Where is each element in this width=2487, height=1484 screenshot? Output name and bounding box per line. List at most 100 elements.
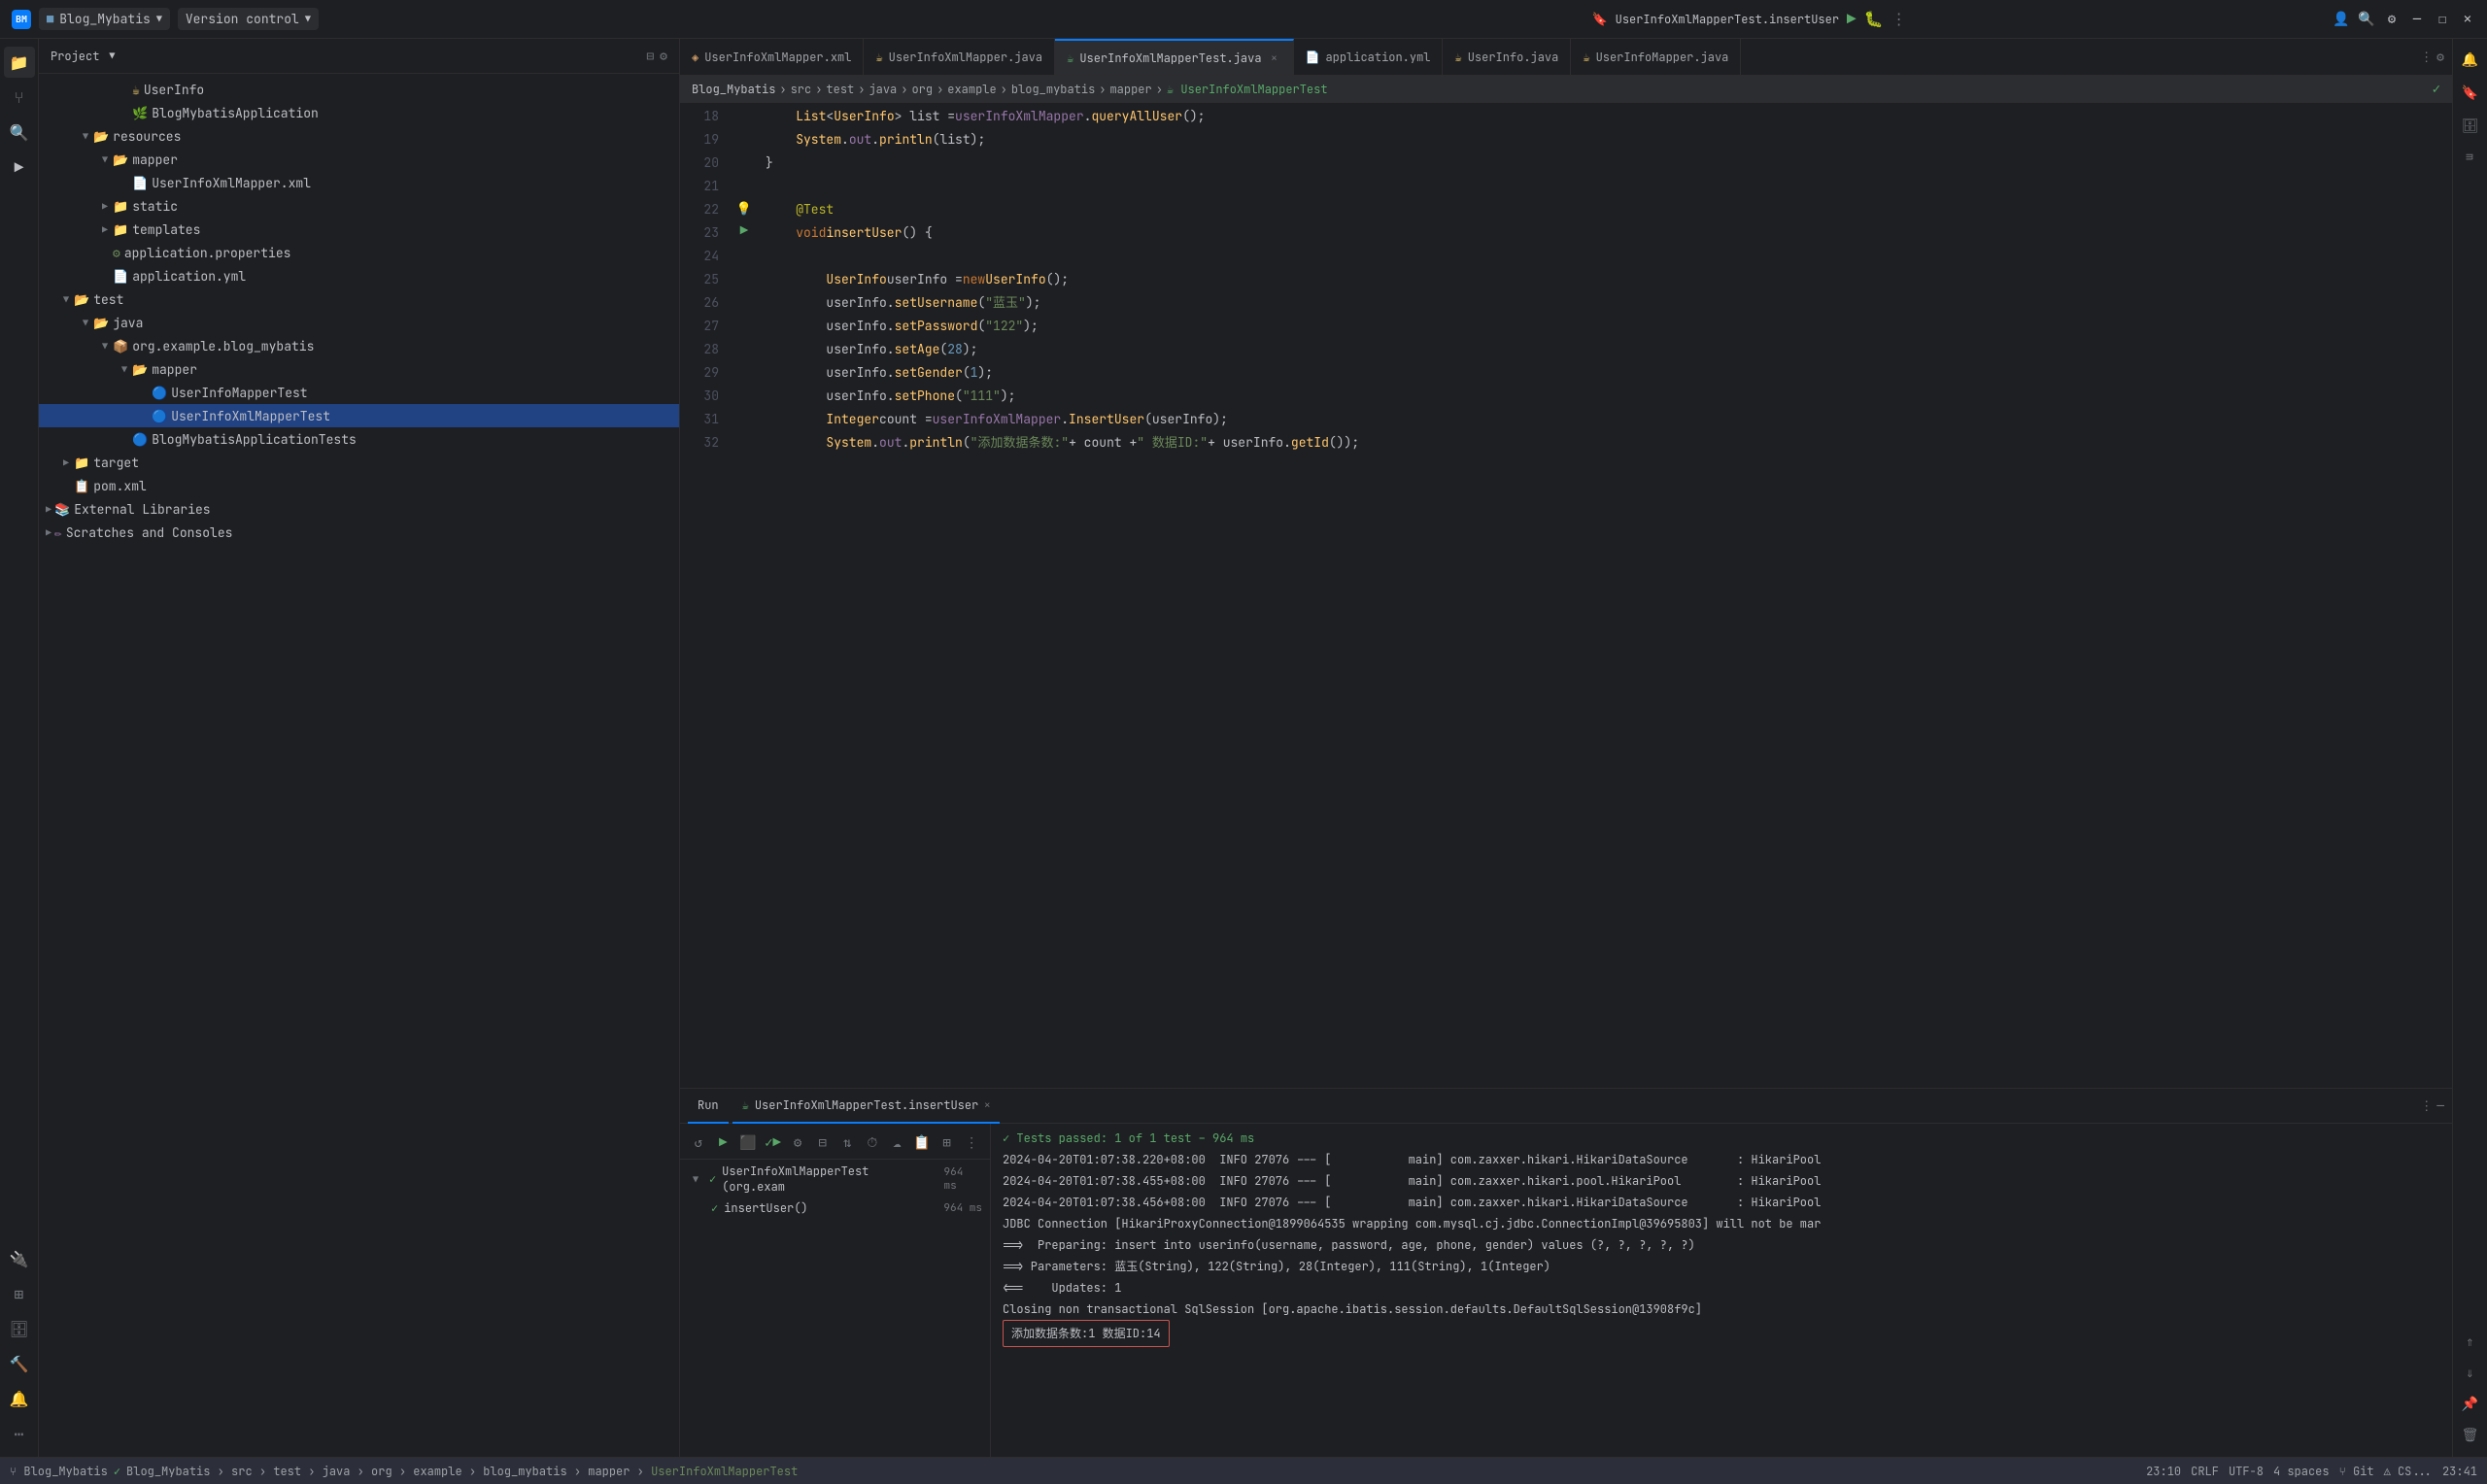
tab-userinfo-java[interactable]: ☕ UserInfo.java	[1443, 39, 1571, 76]
breadcrumb-item[interactable]: org	[911, 82, 933, 97]
minimize-button[interactable]: —	[2409, 12, 2425, 27]
bulb-icon[interactable]: 💡	[731, 196, 758, 219]
more-run-tools-icon[interactable]: ⋮	[961, 1131, 982, 1155]
tree-item-userinfoxmlmappertest[interactable]: 🔵 UserInfoXmlMapperTest	[39, 404, 679, 427]
breadcrumb-item[interactable]: ☕ UserInfoXmlMapperTest	[1167, 82, 1328, 97]
breadcrumb-item[interactable]: Blog_Mybatis	[692, 82, 775, 97]
rerun-icon[interactable]: ↺	[688, 1131, 709, 1155]
copy-output-icon[interactable]: 📋	[911, 1131, 933, 1155]
status-breadcrumb[interactable]: Blog_Mybatis › src › test › java › org ›…	[126, 1464, 798, 1479]
settings-run-icon[interactable]: ⚙	[787, 1131, 808, 1155]
git-sidebar-icon[interactable]: ⑂	[4, 82, 35, 113]
tree-item-test[interactable]: ▼ 📂 test	[39, 287, 679, 311]
notifications-right-icon[interactable]: 🔔	[2457, 47, 2484, 74]
sort-desc-icon[interactable]: ⇓	[2457, 1360, 2484, 1387]
trash-icon[interactable]: 🗑	[2457, 1422, 2484, 1449]
breadcrumb-item[interactable]: mapper	[1109, 82, 1151, 97]
tree-item-app-properties[interactable]: ⚙ application.properties	[39, 241, 679, 264]
tree-item-java[interactable]: ▼ 📂 java	[39, 311, 679, 334]
tree-item-userinfomappertest[interactable]: 🔵 UserInfoMapperTest	[39, 381, 679, 404]
status-indent[interactable]: 4 spaces	[2273, 1464, 2330, 1479]
tree-item-resources[interactable]: ▼ 📂 resources	[39, 124, 679, 148]
settings-gear-icon[interactable]: ⚙	[660, 48, 667, 64]
sort-icon[interactable]: ⇅	[836, 1131, 858, 1155]
collapse-all-icon[interactable]: ⊟	[646, 48, 654, 64]
run-line-icon[interactable]: ▶	[731, 219, 758, 243]
breadcrumb-item[interactable]: example	[947, 82, 996, 97]
database-icon[interactable]: 🗄	[4, 1313, 35, 1344]
build-icon[interactable]: 🔨	[4, 1348, 35, 1379]
tab-application-yml[interactable]: 📄 application.yml	[1294, 39, 1444, 76]
debug-button[interactable]: 🐛	[1864, 9, 1884, 29]
test-item-insertuser[interactable]: ✓ insertUser() 964 ms	[680, 1198, 990, 1218]
status-git-icon[interactable]: ⑂ Git	[2339, 1464, 2374, 1479]
more-tools-icon[interactable]: ⋯	[4, 1418, 35, 1449]
test-suite-item[interactable]: ▼ ✓ UserInfoXmlMapperTest (org.exam 964 …	[680, 1160, 990, 1198]
run-tab-close-icon[interactable]: ✕	[984, 1098, 990, 1111]
tree-item-package[interactable]: ▼ 📦 org.example.blog_mybatis	[39, 334, 679, 357]
settings-icon[interactable]: ⚙	[2384, 12, 2400, 27]
tree-item-mapper-test[interactable]: ▼ 📂 mapper	[39, 357, 679, 381]
run-failed-icon[interactable]: ✓▶	[763, 1131, 784, 1155]
status-extra[interactable]: 23:41	[2442, 1464, 2477, 1479]
run-sidebar-icon[interactable]: ▶	[4, 152, 35, 183]
pin-icon[interactable]: 📌	[2457, 1391, 2484, 1418]
tree-item-app-yml[interactable]: 📄 application.yml	[39, 264, 679, 287]
breadcrumb-item[interactable]: test	[826, 82, 854, 97]
status-warnings[interactable]: ⚠ CS...	[2384, 1464, 2433, 1479]
tree-item-userinfoxmlmapper-xml[interactable]: 📄 UserInfoXmlMapper.xml	[39, 171, 679, 194]
run-button[interactable]: ▶	[1847, 9, 1857, 29]
breadcrumb-item[interactable]: src	[791, 82, 812, 97]
profile-icon[interactable]: 👤	[2334, 12, 2349, 27]
tree-item-blogtests[interactable]: 🔵 BlogMybatisApplicationTests	[39, 427, 679, 451]
database-right-icon[interactable]: 🗄	[2457, 113, 2484, 140]
tree-item-blogmybatisapp[interactable]: 🌿 BlogMybatisApplication	[39, 101, 679, 124]
tab-userinfo-xml-mapper-xml[interactable]: ◈ UserInfoXmlMapper.xml	[680, 39, 864, 76]
stop-icon[interactable]: ⬛	[737, 1131, 759, 1155]
tree-item-scratches[interactable]: ▶ ✏ Scratches and Consoles	[39, 521, 679, 544]
bookmark-icon[interactable]: 🔖	[2457, 80, 2484, 107]
notifications-icon[interactable]: 🔔	[4, 1383, 35, 1414]
status-crlf[interactable]: CRLF	[2191, 1464, 2219, 1479]
tab-userinfo-xml-mapper-java[interactable]: ☕ UserInfoXmlMapper.java	[864, 39, 1055, 76]
status-branch[interactable]: ⑂ Blog_Mybatis	[10, 1464, 108, 1479]
close-button[interactable]: ✕	[2460, 12, 2475, 27]
project-name-btn[interactable]: ■ Blog_Mybatis ▼	[39, 8, 170, 30]
history-icon[interactable]: ⏱	[862, 1131, 883, 1155]
more-run-button[interactable]: ⋮	[1891, 9, 1907, 29]
sort-asc-icon[interactable]: ⇑	[2457, 1329, 2484, 1356]
tree-item-templates[interactable]: ▶ 📁 templates	[39, 218, 679, 241]
breadcrumb-item[interactable]: java	[869, 82, 897, 97]
export-icon[interactable]: ☁	[887, 1131, 908, 1155]
search-icon[interactable]: 🔍	[2359, 12, 2374, 27]
tab-close-icon[interactable]: ✕	[1268, 51, 1281, 65]
run-panel-more-icon[interactable]: ⋮	[2420, 1097, 2433, 1114]
maven-label[interactable]: m	[2463, 153, 2478, 160]
tree-item-mapper-resources[interactable]: ▼ 📂 mapper	[39, 148, 679, 171]
terminal-icon[interactable]: ⊞	[4, 1278, 35, 1309]
output-line-5: ==> Preparing: insert into userinfo(user…	[1003, 1234, 2440, 1256]
run-tab-test[interactable]: ☕ UserInfoXmlMapperTest.insertUser ✕	[732, 1089, 1001, 1124]
status-line-col[interactable]: 23:10	[2146, 1464, 2181, 1479]
run-panel-minimize-icon[interactable]: —	[2436, 1097, 2444, 1114]
tab-userinfomapper-java[interactable]: ☕ UserInfoMapper.java	[1571, 39, 1741, 76]
tree-item-target[interactable]: ▶ 📁 target	[39, 451, 679, 474]
tab-list-icon[interactable]: ⋮	[2420, 49, 2433, 65]
tree-item-userinfo[interactable]: ☕ UserInfo	[39, 78, 679, 101]
status-encoding[interactable]: UTF-8	[2229, 1464, 2264, 1479]
filter-icon[interactable]: ⊟	[812, 1131, 834, 1155]
tab-userinfo-xml-mapper-test-java[interactable]: ☕ UserInfoXmlMapperTest.java ✕	[1055, 39, 1293, 76]
run-all-icon[interactable]: ▶	[713, 1131, 734, 1155]
tab-settings-icon[interactable]: ⚙	[2436, 49, 2444, 65]
search-sidebar-icon[interactable]: 🔍	[4, 117, 35, 148]
project-sidebar-icon[interactable]: 📁	[4, 47, 35, 78]
tree-item-external-libraries[interactable]: ▶ 📚 External Libraries	[39, 497, 679, 521]
expand-icon[interactable]: ⊞	[937, 1131, 958, 1155]
maximize-button[interactable]: ☐	[2435, 12, 2450, 27]
breadcrumb-item[interactable]: blog_mybatis	[1011, 82, 1095, 97]
run-tab-run[interactable]: Run	[688, 1089, 729, 1124]
vcs-button[interactable]: Version control ▼	[178, 8, 319, 30]
plugins-icon[interactable]: 🔌	[4, 1243, 35, 1274]
tree-item-static[interactable]: ▶ 📁 static	[39, 194, 679, 218]
tree-item-pom[interactable]: 📋 pom.xml	[39, 474, 679, 497]
